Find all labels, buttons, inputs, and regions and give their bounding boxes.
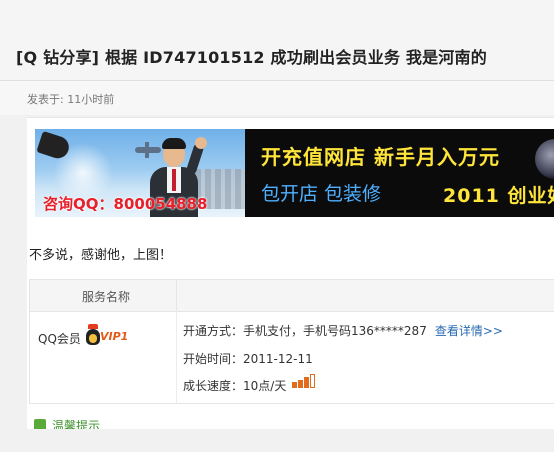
banner-headline: 开充值网店 新手月入万元 <box>261 145 500 169</box>
businessman-tie <box>172 169 176 191</box>
header-divider <box>176 280 177 311</box>
speed-value: 10点/天 <box>243 379 287 393</box>
service-table-header: 服务名称 <box>30 280 554 312</box>
method-value: 手机支付，手机号码136*****287 <box>243 324 427 338</box>
thread-title-bar <box>0 0 554 81</box>
service-speed-row: 成长速度：10点/天 <box>183 377 286 394</box>
growth-speed-bars-icon <box>292 374 316 388</box>
qq-penguin-belly <box>89 334 97 343</box>
speed-bar <box>292 382 297 388</box>
service-start-row: 开始时间：2011-12-11 <box>183 350 313 367</box>
businessman-hand <box>195 137 207 149</box>
banner-text-area: 开充值网店 新手月入万元 包开店 包装修 2011 创业好 <box>245 129 554 217</box>
speed-label: 成长速度： <box>183 379 244 393</box>
banner-contact-qq: 咨询QQ：800054888 <box>43 195 208 213</box>
service-name-column-header: 服务名称 <box>82 290 131 304</box>
view-details-link[interactable]: 查看详情>> <box>435 324 503 338</box>
start-value: 2011-12-11 <box>243 352 313 366</box>
speed-bar <box>310 374 315 388</box>
banner-year-text: 2011 创业好 <box>443 185 554 207</box>
vip-badge: VIP1 <box>86 324 128 347</box>
banner-subline: 包开店 包装修 <box>261 183 382 205</box>
method-label: 开通方式： <box>183 324 244 338</box>
crown-icon <box>88 324 98 329</box>
post-body-text: 不多说，感谢他，上图！ <box>29 248 173 263</box>
speed-bar <box>304 377 309 388</box>
ad-banner[interactable]: 咨询QQ：800054888 开充值网店 新手月入万元 包开店 包装修 2011… <box>35 129 554 217</box>
thread-title: [Q 钻分享] 根据 ID747101512 成功刷出会员业务 我是河南的 <box>16 48 487 67</box>
service-table: 服务名称 QQ会员 VIP1 开通方式：手机支付，手机号码136*****287… <box>29 279 554 404</box>
post-time: 发表于: 11小时前 <box>27 93 115 106</box>
service-method-row: 开通方式：手机支付，手机号码136*****287 查看详情>> <box>183 322 503 339</box>
banner-photo-area: 咨询QQ：800054888 <box>35 129 245 217</box>
vip-level-text: VIP1 <box>100 330 129 343</box>
start-label: 开始时间： <box>183 352 244 366</box>
column-divider <box>176 311 177 403</box>
airplane-icon <box>135 142 161 158</box>
banner-logo-icon <box>535 139 554 179</box>
businessman-hair <box>162 138 186 149</box>
service-name: QQ会员 <box>38 332 81 346</box>
page: [Q 钻分享] 根据 ID747101512 成功刷出会员业务 我是河南的 发表… <box>0 0 554 452</box>
bottom-strip <box>0 429 554 452</box>
speed-bar <box>298 380 303 388</box>
